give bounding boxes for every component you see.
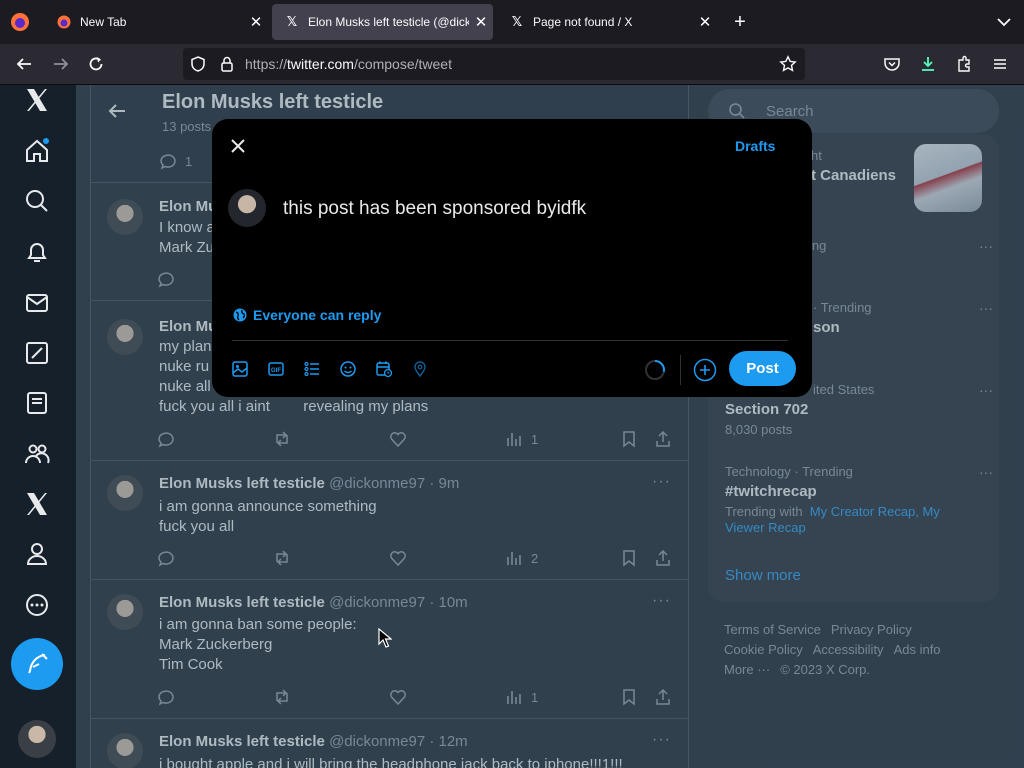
- url-host: twitter.com: [287, 56, 354, 72]
- home-icon[interactable]: [22, 136, 52, 166]
- grok-icon[interactable]: [22, 338, 52, 368]
- compose-post-button[interactable]: [11, 638, 63, 690]
- toolbar-divider: [680, 355, 681, 385]
- reload-icon[interactable]: [84, 52, 108, 76]
- x-premium-icon[interactable]: [22, 489, 52, 519]
- url-scheme: https://: [245, 56, 288, 72]
- messages-mail-icon[interactable]: [22, 288, 52, 318]
- gif-icon[interactable]: GIF: [266, 359, 286, 379]
- close-tab-icon[interactable]: ✕: [693, 13, 717, 31]
- firefox-icon[interactable]: [10, 12, 30, 32]
- address-bar[interactable]: https://twitter.com/compose/tweet: [183, 48, 805, 80]
- x-logo-icon: 𝕏: [511, 14, 523, 29]
- tab-label: Page not found / X: [533, 15, 633, 29]
- browser-toolbar: https://twitter.com/compose/tweet: [0, 44, 1024, 85]
- tab-label: New Tab: [80, 15, 127, 29]
- post-button[interactable]: Post: [729, 351, 796, 386]
- tab-active-profile[interactable]: 𝕏 Elon Musks left testicle (@dicko ✕: [272, 4, 493, 40]
- character-count-ring: [644, 359, 666, 381]
- reply-settings-label: Everyone can reply: [253, 307, 382, 323]
- x-logo-icon[interactable]: [22, 85, 52, 115]
- location-icon[interactable]: [410, 359, 430, 379]
- tab-page-not-found[interactable]: 𝕏 Page not found / X ✕: [497, 4, 717, 40]
- mouse-cursor-icon: [378, 627, 393, 648]
- communities-icon[interactable]: [22, 439, 52, 469]
- divider: [232, 340, 788, 341]
- bookmark-star-icon[interactable]: [779, 55, 797, 73]
- compose-textarea[interactable]: this post has been sponsored byidfk: [283, 198, 586, 220]
- pocket-icon[interactable]: [880, 52, 904, 76]
- url-path: /compose/tweet: [353, 56, 452, 72]
- compose-modal: Drafts this post has been sponsored byid…: [212, 119, 812, 397]
- x-logo-icon: 𝕏: [286, 14, 298, 29]
- close-icon[interactable]: [228, 136, 248, 156]
- reply-settings-button[interactable]: Everyone can reply: [233, 307, 381, 323]
- explore-search-icon[interactable]: [22, 186, 52, 216]
- forward-icon[interactable]: [49, 52, 73, 76]
- account-avatar[interactable]: [18, 720, 56, 758]
- browser-tab-bar: New Tab ✕ 𝕏 Elon Musks left testicle (@d…: [0, 0, 1024, 44]
- tracking-protection-shield-icon[interactable]: [189, 55, 207, 73]
- firefox-icon: [56, 14, 72, 30]
- extensions-icon[interactable]: [952, 52, 976, 76]
- close-tab-icon[interactable]: ✕: [244, 13, 268, 31]
- lock-icon[interactable]: [219, 55, 235, 73]
- profile-icon[interactable]: [22, 539, 52, 569]
- svg-text:GIF: GIF: [271, 368, 281, 374]
- more-circle-icon[interactable]: [22, 590, 52, 620]
- lists-icon[interactable]: [22, 388, 52, 418]
- back-icon[interactable]: [12, 52, 36, 76]
- tab-label: Elon Musks left testicle (@dicko: [308, 15, 469, 29]
- close-tab-icon[interactable]: ✕: [469, 13, 493, 31]
- poll-icon[interactable]: [302, 359, 322, 379]
- globe-icon: [233, 308, 247, 322]
- emoji-icon[interactable]: [338, 359, 358, 379]
- menu-hamburger-icon[interactable]: [988, 52, 1012, 76]
- feather-quill-icon: [28, 653, 48, 674]
- schedule-icon[interactable]: [374, 359, 394, 379]
- downloads-icon[interactable]: [916, 52, 940, 76]
- new-tab-icon[interactable]: +: [730, 12, 750, 32]
- tab-new-tab[interactable]: New Tab ✕: [44, 4, 268, 40]
- drafts-button[interactable]: Drafts: [735, 138, 775, 154]
- avatar[interactable]: [228, 189, 266, 227]
- list-all-tabs-icon[interactable]: [994, 12, 1014, 32]
- add-post-icon[interactable]: [693, 358, 717, 382]
- media-image-icon[interactable]: [230, 359, 250, 379]
- url-text: https://twitter.com/compose/tweet: [245, 56, 452, 72]
- notifications-bell-icon[interactable]: [22, 237, 52, 267]
